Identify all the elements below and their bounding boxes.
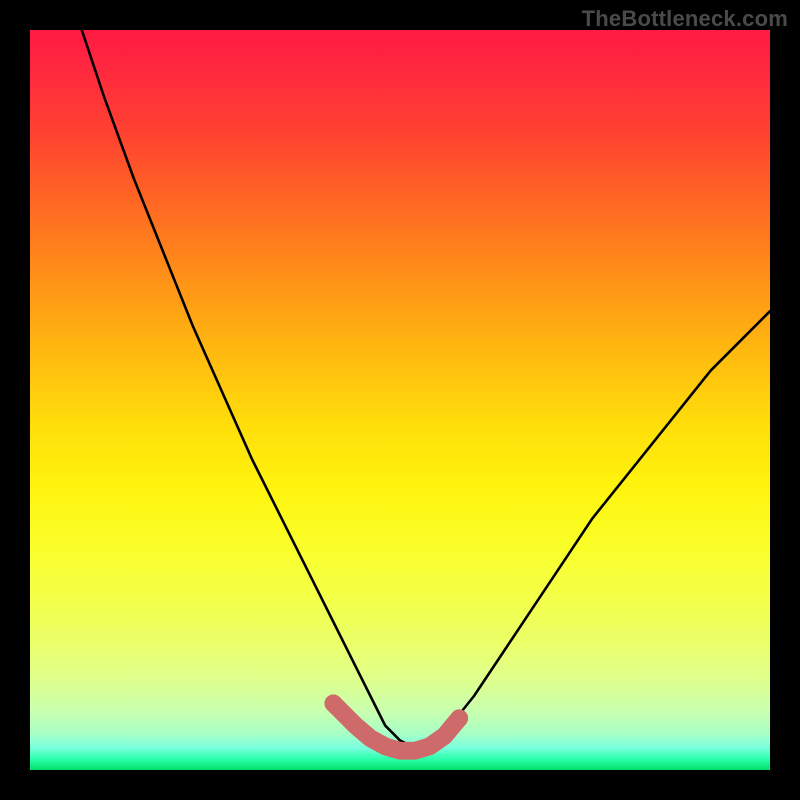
chart-svg	[30, 30, 770, 770]
watermark-text: TheBottleneck.com	[582, 6, 788, 32]
trough-dot-left	[325, 695, 343, 713]
chart-frame: TheBottleneck.com	[0, 0, 800, 800]
plot-area	[30, 30, 770, 770]
trough-dot-right	[450, 709, 468, 727]
bottleneck-curve	[82, 30, 770, 748]
trough-highlight	[333, 703, 459, 750]
